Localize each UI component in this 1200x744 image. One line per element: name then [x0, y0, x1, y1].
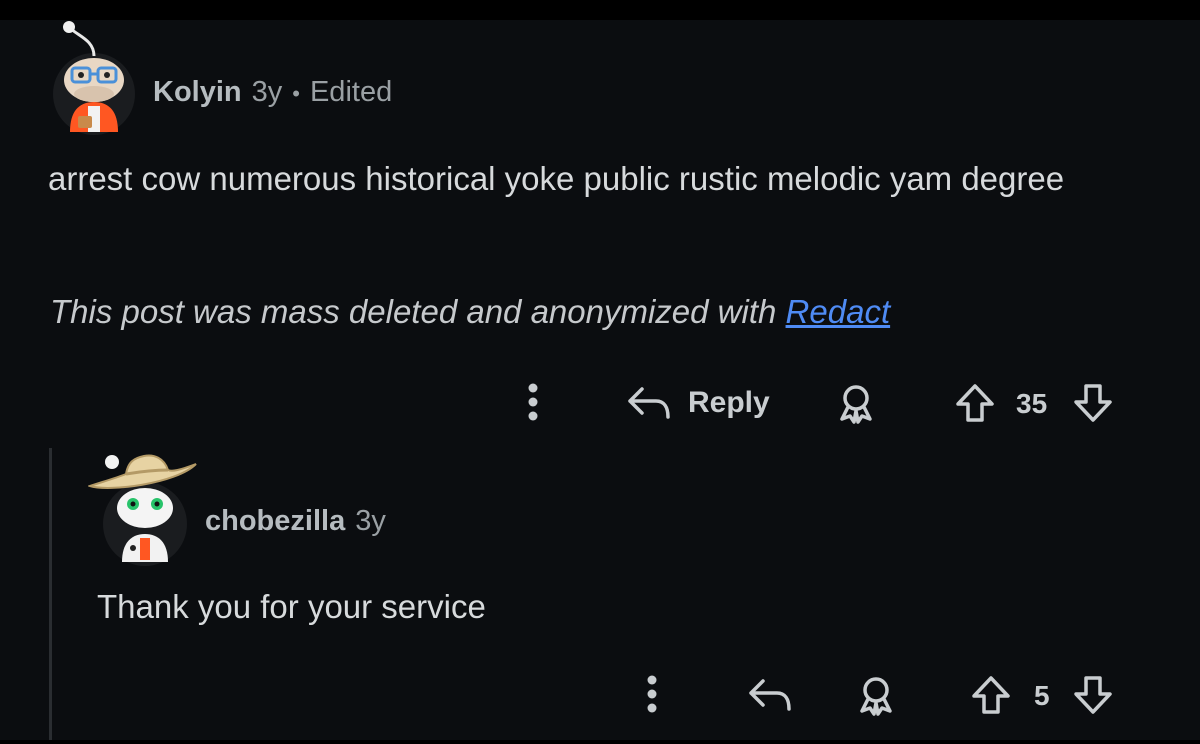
username-link[interactable]: Kolyin: [153, 76, 242, 109]
redact-note: This post was mass deleted and anonymize…: [50, 293, 890, 331]
top-bar: [0, 0, 1200, 20]
avatar-kolyin[interactable]: [50, 20, 138, 136]
bottom-bar: [0, 740, 1200, 744]
reply-arrow-icon: [749, 679, 791, 711]
edited-label: Edited: [309, 76, 393, 108]
reply-label: Reply: [688, 386, 770, 419]
comment-age: 3y: [251, 76, 283, 108]
avatar-chobezilla[interactable]: [86, 448, 200, 566]
reply-arrow-icon: [628, 387, 670, 419]
downvote-button[interactable]: [1070, 380, 1116, 426]
more-options-button[interactable]: [637, 672, 667, 716]
downvote-arrow-icon: [1074, 676, 1112, 714]
more-options-icon: [647, 675, 657, 713]
award-icon: [860, 677, 892, 716]
reply-button[interactable]: Reply: [626, 380, 770, 426]
vote-score: 5: [1034, 680, 1050, 711]
upvote-button[interactable]: [952, 380, 998, 426]
upvote-arrow-icon: [972, 676, 1010, 714]
thread-line[interactable]: [49, 448, 52, 740]
meta-separator: •: [292, 81, 300, 106]
snoo-avatar-icon: [53, 21, 135, 135]
more-options-button[interactable]: [518, 380, 548, 424]
reply-meta: chobezilla 3y: [205, 505, 386, 538]
award-button[interactable]: [832, 380, 880, 426]
snoo-avatar-icon: [86, 454, 197, 566]
award-icon: [840, 385, 872, 424]
more-options-icon: [528, 383, 538, 421]
reply-body: Thank you for your service: [97, 588, 486, 625]
reply-button[interactable]: [744, 672, 796, 718]
reply-age: 3y: [355, 505, 386, 537]
award-button[interactable]: [852, 672, 900, 718]
vote-score: 35: [1016, 388, 1048, 419]
upvote-button[interactable]: [968, 672, 1014, 718]
redact-link[interactable]: Redact: [786, 293, 891, 330]
downvote-button[interactable]: [1070, 672, 1116, 718]
comment-meta: Kolyin 3y • Edited: [153, 76, 392, 109]
username-link[interactable]: chobezilla: [205, 505, 345, 538]
comment-body: arrest cow numerous historical yoke publ…: [48, 160, 1065, 197]
redact-note-text: This post was mass deleted and anonymize…: [50, 293, 786, 330]
upvote-arrow-icon: [956, 384, 994, 422]
downvote-arrow-icon: [1074, 384, 1112, 422]
